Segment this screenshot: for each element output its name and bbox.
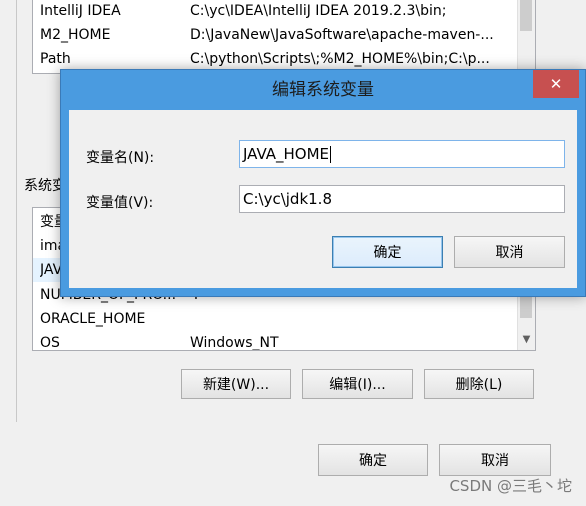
table-row[interactable]: M2_HOME D:\JavaNew\JavaSoftware\apache-m… <box>33 23 518 47</box>
variable-name: ORACLE_HOME <box>40 311 146 327</box>
text-caret <box>330 146 332 163</box>
table-row[interactable]: IntelliJ IDEA C:\yc\IDEA\IntelliJ IDEA 2… <box>33 0 518 23</box>
table-row[interactable]: OS Windows_NT <box>33 331 518 351</box>
close-icon[interactable]: ✕ <box>533 70 579 98</box>
variable-name: OS <box>40 335 60 351</box>
variable-name-label: 变量名(N): <box>86 150 155 166</box>
chevron-down-icon[interactable]: ▼ <box>518 331 535 348</box>
variable-name: Path <box>40 51 71 67</box>
variable-name-field[interactable]: JAVA_HOME <box>239 140 565 168</box>
variable-name-text: JAVA_HOME <box>243 145 330 163</box>
ok-button[interactable]: 确定 <box>318 444 428 476</box>
table-row[interactable]: ORACLE_HOME <box>33 307 518 331</box>
variable-value: Windows_NT <box>190 335 279 351</box>
variable-value-text: C:\yc\jdk1.8 <box>243 190 332 208</box>
user-list-scrollbar[interactable] <box>517 0 535 73</box>
cancel-button[interactable]: 取消 <box>439 444 551 476</box>
dialog-cancel-button[interactable]: 取消 <box>454 236 565 268</box>
group-box-edge <box>16 0 17 422</box>
table-row[interactable]: Path C:\python\Scripts\;%M2_HOME%\bin;C:… <box>33 47 518 71</box>
variable-value: D:\JavaNew\JavaSoftware\apache-maven-... <box>190 27 494 43</box>
edit-variable-button[interactable]: 编辑(I)... <box>302 369 413 399</box>
user-variables-list[interactable]: IntelliJ IDEA C:\yc\IDEA\IntelliJ IDEA 2… <box>32 0 536 74</box>
variable-value-label: 变量值(V): <box>86 195 154 211</box>
variable-value-field[interactable]: C:\yc\jdk1.8 <box>239 185 565 213</box>
scroll-thumb[interactable] <box>520 0 532 31</box>
variable-value: C:\python\Scripts\;%M2_HOME%\bin;C:\p... <box>190 51 490 67</box>
watermark-text: CSDN @三毛丶坨 <box>449 477 572 495</box>
variable-name: IntelliJ IDEA <box>40 3 121 19</box>
dialog-ok-button[interactable]: 确定 <box>332 236 443 268</box>
dialog-body: 变量名(N): JAVA_HOME 变量值(V): C:\yc\jdk1.8 确… <box>69 110 577 288</box>
variable-name: M2_HOME <box>40 27 111 43</box>
variable-value: C:\yc\IDEA\IntelliJ IDEA 2019.2.3\bin; <box>190 3 447 19</box>
delete-variable-button[interactable]: 删除(L) <box>424 369 534 399</box>
edit-system-variable-dialog: 编辑系统变量 ✕ 变量名(N): JAVA_HOME 变量值(V): C:\yc… <box>60 69 586 297</box>
dialog-title: 编辑系统变量 <box>272 80 374 100</box>
new-variable-button[interactable]: 新建(W)... <box>181 369 291 399</box>
